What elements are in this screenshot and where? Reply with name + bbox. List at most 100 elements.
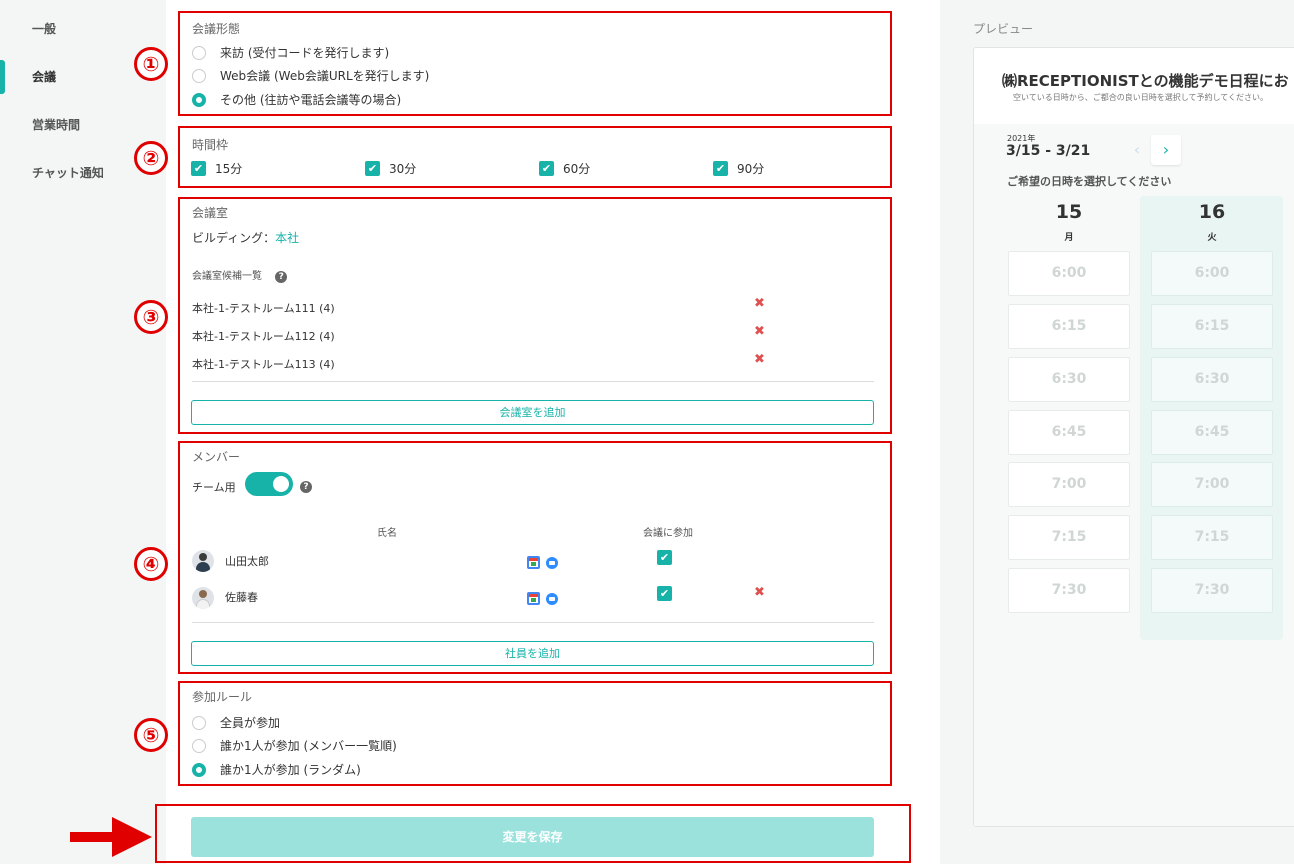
time-slot[interactable]: 6:15 [1151, 304, 1273, 349]
help-icon[interactable]: ? [300, 481, 312, 493]
annotation-number-4: ④ [134, 547, 168, 581]
time-slot[interactable]: 6:00 [1151, 251, 1273, 296]
google-calendar-icon [527, 592, 540, 605]
radio-label: 誰か1人が参加 (メンバー一覧順) [220, 739, 397, 753]
save-button[interactable]: 変更を保存 [191, 817, 874, 857]
preview-hint: ご希望の日時を選択してください [1007, 175, 1172, 188]
annotation-number-3: ③ [134, 300, 168, 334]
time-slot[interactable]: 6:30 [1151, 357, 1273, 402]
radio-one-ordered[interactable]: 誰か1人が参加 (メンバー一覧順) [192, 737, 397, 754]
help-icon[interactable]: ? [275, 271, 288, 283]
join-checkbox[interactable]: ✔ [657, 550, 672, 565]
sidebar-item-meeting[interactable]: 会議 [32, 68, 56, 85]
zoom-icon [546, 593, 558, 605]
room-item: 本社-1-テストルーム111 (4) [192, 302, 335, 315]
preview-title: ㈱RECEPTIONISTとの機能デモ日程にお [1002, 72, 1289, 90]
building-label: ビルディング： [192, 231, 276, 245]
checkbox-label: 15分 [215, 162, 243, 176]
room-item: 本社-1-テストルーム112 (4) [192, 330, 335, 343]
add-member-button[interactable]: 社員を追加 [191, 641, 874, 666]
checkbox-checked[interactable]: ✔ [713, 161, 728, 176]
checkbox-checked[interactable]: ✔ [365, 161, 380, 176]
time-slot[interactable]: 6:00 [1008, 251, 1130, 296]
join-checkbox[interactable]: ✔ [657, 586, 672, 601]
delete-room-icon[interactable]: ✖ [754, 324, 765, 339]
building-link[interactable]: 本社 [275, 231, 299, 245]
time-slot[interactable]: 7:00 [1151, 462, 1273, 507]
radio-button-selected[interactable] [192, 762, 206, 777]
checkbox-checked[interactable]: ✔ [539, 161, 554, 176]
time-slot[interactable]: 6:45 [1008, 410, 1130, 455]
time-slot[interactable]: 7:30 [1151, 568, 1273, 613]
building-row: ビルディング：本社 [192, 229, 299, 246]
divider [192, 381, 874, 382]
radio-visit[interactable]: 来訪 (受付コードを発行します) [192, 44, 389, 61]
time-slot[interactable]: 7:15 [1151, 515, 1273, 560]
checkbox-label: 30分 [389, 162, 417, 176]
time-slot[interactable]: 6:15 [1008, 304, 1130, 349]
radio-label: 誰か1人が参加 (ランダム) [220, 763, 361, 777]
sidebar-item-chat-notification[interactable]: チャット通知 [32, 164, 104, 181]
time-slot[interactable]: 6:30 [1008, 357, 1130, 402]
radio-button[interactable] [192, 45, 206, 60]
annotation-box-2 [178, 126, 892, 188]
radio-one-random[interactable]: 誰か1人が参加 (ランダム) [192, 761, 361, 778]
section-title-time-slot: 時間枠 [192, 138, 229, 152]
column-header-join: 会議に参加 [643, 528, 693, 539]
checkbox-90min[interactable]: ✔ 90分 [713, 160, 764, 177]
active-indicator [0, 60, 5, 94]
radio-label: Web会議 (Web会議URLを発行します) [220, 69, 430, 83]
sidebar-item-general[interactable]: 一般 [32, 20, 56, 37]
time-slot[interactable]: 7:15 [1008, 515, 1130, 560]
day-date: 15 [1055, 201, 1083, 223]
room-candidates-header: 会議室候補一覧 ? [192, 267, 288, 283]
team-toggle-label: チーム用 [192, 481, 236, 494]
room-item: 本社-1-テストルーム113 (4) [192, 358, 335, 371]
section-title-meeting-type: 会議形態 [192, 22, 241, 36]
checkbox-label: 60分 [563, 162, 591, 176]
preview-label: プレビュー [973, 22, 1034, 36]
section-title-room: 会議室 [192, 206, 229, 220]
delete-room-icon[interactable]: ✖ [754, 352, 765, 367]
annotation-number-1: ① [134, 47, 168, 81]
radio-web-meeting[interactable]: Web会議 (Web会議URLを発行します) [192, 67, 429, 84]
day-weekday: 火 [1207, 233, 1217, 243]
google-calendar-icon [527, 556, 540, 569]
divider [192, 622, 874, 623]
section-title-rule: 参加ルール [192, 690, 253, 704]
radio-label: その他 (往訪や電話会議等の場合) [220, 93, 402, 107]
radio-button-selected[interactable] [192, 92, 206, 107]
radio-other[interactable]: その他 (往訪や電話会議等の場合) [192, 91, 401, 108]
prev-week-button[interactable]: ‹ [1124, 136, 1150, 164]
member-name: 山田太郎 [225, 555, 269, 568]
member-name: 佐藤春 [225, 591, 258, 604]
delete-room-icon[interactable]: ✖ [754, 296, 765, 311]
checkbox-15min[interactable]: ✔ 15分 [191, 160, 242, 177]
avatar [192, 587, 214, 609]
radio-button[interactable] [192, 715, 206, 730]
time-slot[interactable]: 7:00 [1008, 462, 1130, 507]
time-slot[interactable]: 6:45 [1151, 410, 1273, 455]
sidebar-item-business-hours[interactable]: 営業時間 [32, 116, 80, 133]
checkbox-label: 90分 [737, 162, 765, 176]
next-week-button[interactable]: › [1151, 135, 1181, 165]
room-candidates-label: 会議室候補一覧 [192, 271, 262, 282]
checkbox-60min[interactable]: ✔ 60分 [539, 160, 590, 177]
checkbox-30min[interactable]: ✔ 30分 [365, 160, 416, 177]
zoom-icon [546, 557, 558, 569]
delete-member-icon[interactable]: ✖ [754, 585, 765, 600]
radio-label: 全員が参加 [220, 716, 281, 730]
team-toggle[interactable] [245, 472, 293, 496]
checkbox-checked[interactable]: ✔ [191, 161, 206, 176]
radio-button[interactable] [192, 68, 206, 83]
radio-button[interactable] [192, 738, 206, 753]
annotation-number-5: ⑤ [134, 718, 168, 752]
annotation-number-2: ② [134, 141, 168, 175]
annotation-arrow-icon [112, 817, 152, 857]
radio-all-join[interactable]: 全員が参加 [192, 714, 280, 731]
time-slot[interactable]: 7:30 [1008, 568, 1130, 613]
column-header-name: 氏名 [377, 528, 397, 539]
add-room-button[interactable]: 会議室を追加 [191, 400, 874, 425]
day-date: 16 [1198, 201, 1226, 223]
avatar [192, 550, 214, 572]
